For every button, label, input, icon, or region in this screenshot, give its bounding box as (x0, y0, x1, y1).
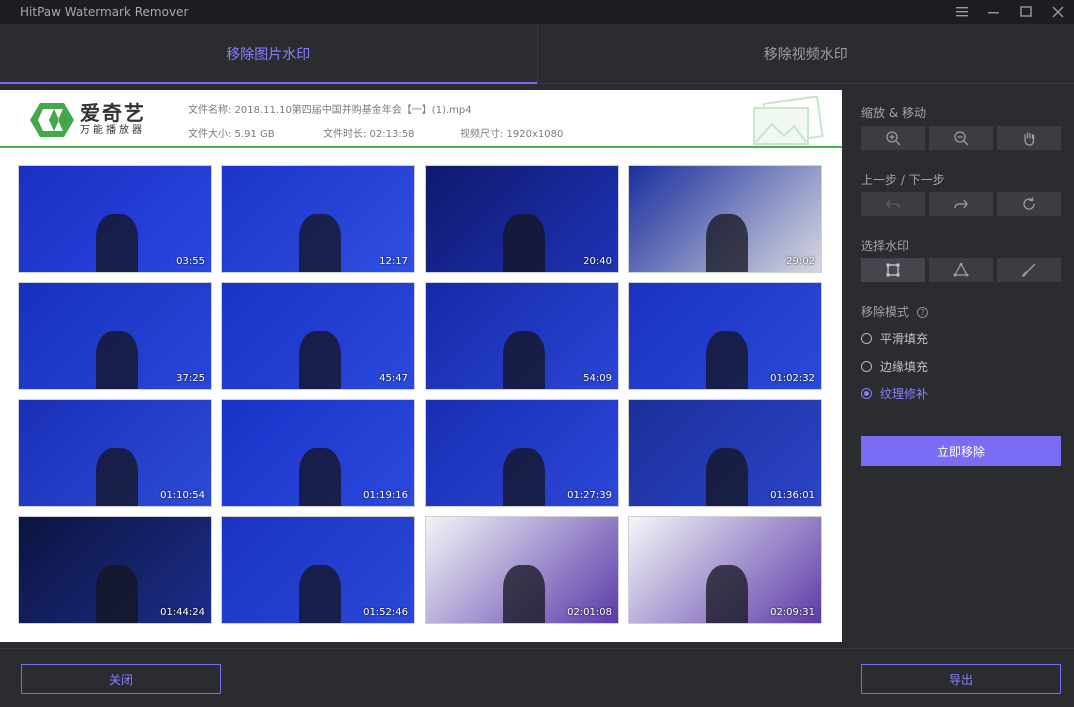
mode-edge-fill[interactable]: 边缘填充 (861, 358, 928, 375)
video-thumbnail[interactable]: 12:17 (221, 165, 415, 273)
minimize-icon[interactable] (978, 0, 1010, 24)
video-thumbnail[interactable]: 54:09 (425, 282, 619, 390)
thumbnail-timestamp: 02:01:08 (567, 607, 612, 618)
close-icon[interactable] (1042, 0, 1074, 24)
thumbnail-timestamp: 29:02 (786, 256, 815, 267)
thumbnail-figure (95, 213, 139, 272)
thumbnail-figure (95, 564, 139, 623)
thumbnail-timestamp: 01:36:01 (770, 490, 815, 501)
thumbnail-figure (502, 564, 546, 623)
thumbnail-timestamp: 37:25 (176, 373, 205, 384)
brush-icon[interactable] (997, 258, 1061, 282)
redo-icon[interactable] (929, 192, 993, 216)
thumbnail-figure (502, 330, 546, 389)
iqiyi-logo: 爱奇艺 万能播放器 (30, 100, 160, 140)
thumbnail-timestamp: 01:44:24 (160, 607, 205, 618)
export-button[interactable]: 导出 (861, 664, 1061, 694)
mode-smooth-fill[interactable]: 平滑填充 (861, 330, 928, 347)
file-name: 文件名称: 2018.11.10第四届中国并购基金年会【一】(1).mp4 (188, 105, 472, 116)
preview-canvas[interactable]: 爱奇艺 万能播放器 文件名称: 2018.11.10第四届中国并购基金年会【一】… (0, 90, 842, 642)
logo-main-text: 爱奇艺 (80, 101, 146, 125)
thumbnail-figure (705, 330, 749, 389)
video-thumbnail[interactable]: 37:25 (18, 282, 212, 390)
mode-tabs: 移除图片水印 移除视频水印 (0, 24, 1074, 84)
footer-bar: 关闭 导出 (0, 648, 1074, 707)
hand-icon[interactable] (997, 126, 1061, 150)
video-thumbnail[interactable]: 01:52:46 (221, 516, 415, 624)
video-thumbnail[interactable]: 03:55 (18, 165, 212, 273)
thumbnail-timestamp: 01:52:46 (363, 607, 408, 618)
thumbnail-timestamp: 54:09 (583, 373, 612, 384)
tab-remove-image-watermark[interactable]: 移除图片水印 (0, 24, 537, 84)
thumbnail-figure (705, 564, 749, 623)
rectangle-select-icon[interactable] (861, 258, 925, 282)
video-thumbnail[interactable]: 29:02 (628, 165, 822, 273)
title-bar: HitPaw Watermark Remover (0, 0, 1074, 24)
tab-remove-video-watermark[interactable]: 移除视频水印 (536, 24, 1074, 83)
removal-mode-text: 移除模式 (861, 305, 910, 319)
menu-icon[interactable] (946, 0, 978, 24)
thumbnail-timestamp: 01:02:32 (770, 373, 815, 384)
video-thumbnail[interactable]: 02:01:08 (425, 516, 619, 624)
video-thumbnail[interactable]: 01:36:01 (628, 399, 822, 507)
video-thumbnail[interactable]: 01:19:16 (221, 399, 415, 507)
radio-icon (861, 333, 872, 344)
thumbnail-figure (298, 213, 342, 272)
mode-label: 平滑填充 (880, 332, 929, 346)
video-thumbnail[interactable]: 45:47 (221, 282, 415, 390)
preview-header: 爱奇艺 万能播放器 文件名称: 2018.11.10第四届中国并购基金年会【一】… (0, 90, 842, 148)
zoom-move-label: 缩放 & 移动 (861, 106, 926, 120)
mode-label: 纹理修补 (880, 387, 929, 401)
polygon-select-icon[interactable] (929, 258, 993, 282)
thumbnail-timestamp: 02:09:31 (770, 607, 815, 618)
thumbnail-figure (502, 447, 546, 506)
removal-mode-label: 移除模式? (861, 303, 929, 320)
undo-icon[interactable] (861, 192, 925, 216)
thumbnail-grid: 03:55 12:17 20:40 29:02 37:25 45:47 54:09 01:02… (18, 165, 824, 627)
thumbnail-timestamp: 01:10:54 (160, 490, 205, 501)
thumbnail-figure (298, 564, 342, 623)
mode-texture-repair[interactable]: 纹理修补 (861, 385, 928, 402)
zoom-out-icon[interactable] (929, 126, 993, 150)
thumbnail-figure (95, 447, 139, 506)
zoom-in-icon[interactable] (861, 126, 925, 150)
thumbnail-timestamp: 01:27:39 (567, 490, 612, 501)
iqiyi-logo-icon (30, 103, 74, 137)
file-size: 文件大小: 5.91 GB (188, 129, 275, 140)
maximize-icon[interactable] (1010, 0, 1042, 24)
thumbnail-figure (705, 447, 749, 506)
help-icon[interactable]: ? (917, 307, 929, 318)
radio-icon (861, 388, 872, 399)
file-duration: 文件时长: 02:13:58 (323, 129, 415, 140)
thumbnail-timestamp: 01:19:16 (363, 490, 408, 501)
mode-label: 边缘填充 (880, 360, 929, 374)
undo-redo-label: 上一步 / 下一步 (861, 173, 945, 187)
video-thumbnail[interactable]: 01:27:39 (425, 399, 619, 507)
thumbnail-timestamp: 12:17 (379, 256, 408, 267)
thumbnail-figure (705, 213, 749, 272)
close-button[interactable]: 关闭 (21, 664, 221, 694)
thumbnail-timestamp: 45:47 (379, 373, 408, 384)
video-resolution: 视频尺寸: 1920x1080 (460, 129, 564, 140)
thumbnail-figure (298, 330, 342, 389)
thumbnail-figure (502, 213, 546, 272)
reset-icon[interactable] (997, 192, 1061, 216)
window-controls (946, 0, 1074, 24)
remove-now-button[interactable]: 立即移除 (861, 436, 1061, 466)
thumbnail-figure (95, 330, 139, 389)
thumbnail-figure (298, 447, 342, 506)
thumbnail-timestamp: 20:40 (583, 256, 612, 267)
video-thumbnail[interactable]: 01:02:32 (628, 282, 822, 390)
logo-sub-text: 万能播放器 (80, 125, 145, 136)
video-thumbnail[interactable]: 01:10:54 (18, 399, 212, 507)
radio-icon (861, 361, 872, 372)
video-thumbnail[interactable]: 20:40 (425, 165, 619, 273)
image-decoration-icon (753, 96, 824, 145)
select-watermark-label: 选择水印 (861, 239, 910, 253)
video-thumbnail[interactable]: 01:44:24 (18, 516, 212, 624)
video-thumbnail[interactable]: 02:09:31 (628, 516, 822, 624)
thumbnail-timestamp: 03:55 (176, 256, 205, 267)
tool-sidebar: 缩放 & 移动 上一步 / 下一步 选择水印 移除模式? 平滑填充 边缘填充 纹… (842, 90, 1074, 642)
app-title: HitPaw Watermark Remover (20, 5, 189, 19)
